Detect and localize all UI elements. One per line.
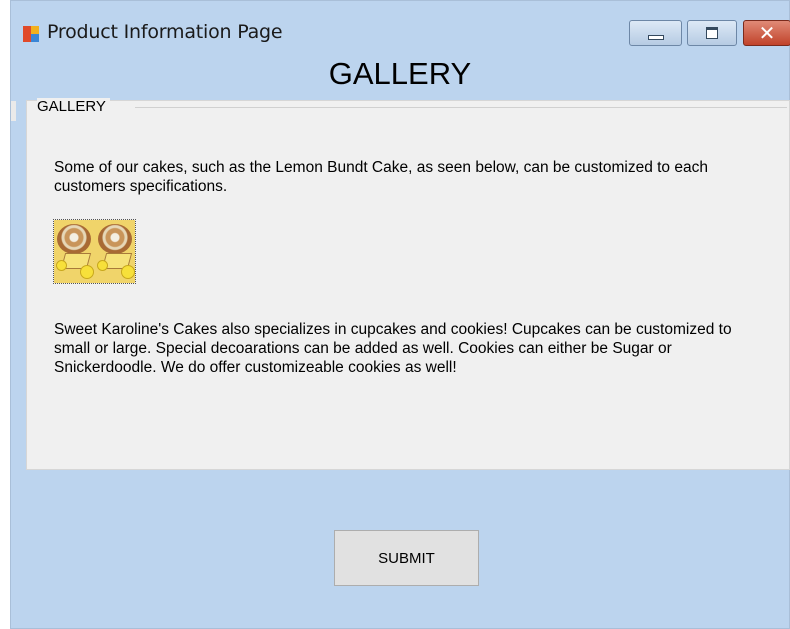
submit-button[interactable]: SUBMIT [334, 530, 479, 586]
page-title: GALLERY [328, 56, 472, 91]
maximize-button[interactable] [687, 20, 737, 46]
gallery-groupbox: GALLERY Some of our cakes, such as the L… [26, 98, 790, 470]
window-edge-artifact [11, 101, 16, 121]
cake-image-tile [54, 220, 95, 283]
app-window: Product Information Page ✕ GALLERY GALLE… [10, 0, 790, 629]
minimize-icon [647, 34, 664, 40]
window-title: Product Information Page [47, 21, 283, 43]
lemon-bundt-cake-image[interactable] [53, 219, 136, 284]
gallery-details-text: Sweet Karoline's Cakes also specializes … [54, 321, 732, 376]
app-window-icon [23, 26, 39, 42]
groupbox-border-line [135, 107, 787, 108]
minimize-button[interactable] [629, 20, 682, 46]
groupbox-legend: GALLERY [37, 98, 110, 115]
cake-image-tile [94, 220, 135, 283]
close-icon: ✕ [758, 21, 776, 45]
title-bar[interactable]: Product Information Page ✕ [11, 1, 790, 51]
gallery-intro-text: Some of our cakes, such as the Lemon Bun… [54, 159, 708, 195]
close-button[interactable]: ✕ [743, 20, 790, 46]
maximize-icon [706, 27, 718, 39]
